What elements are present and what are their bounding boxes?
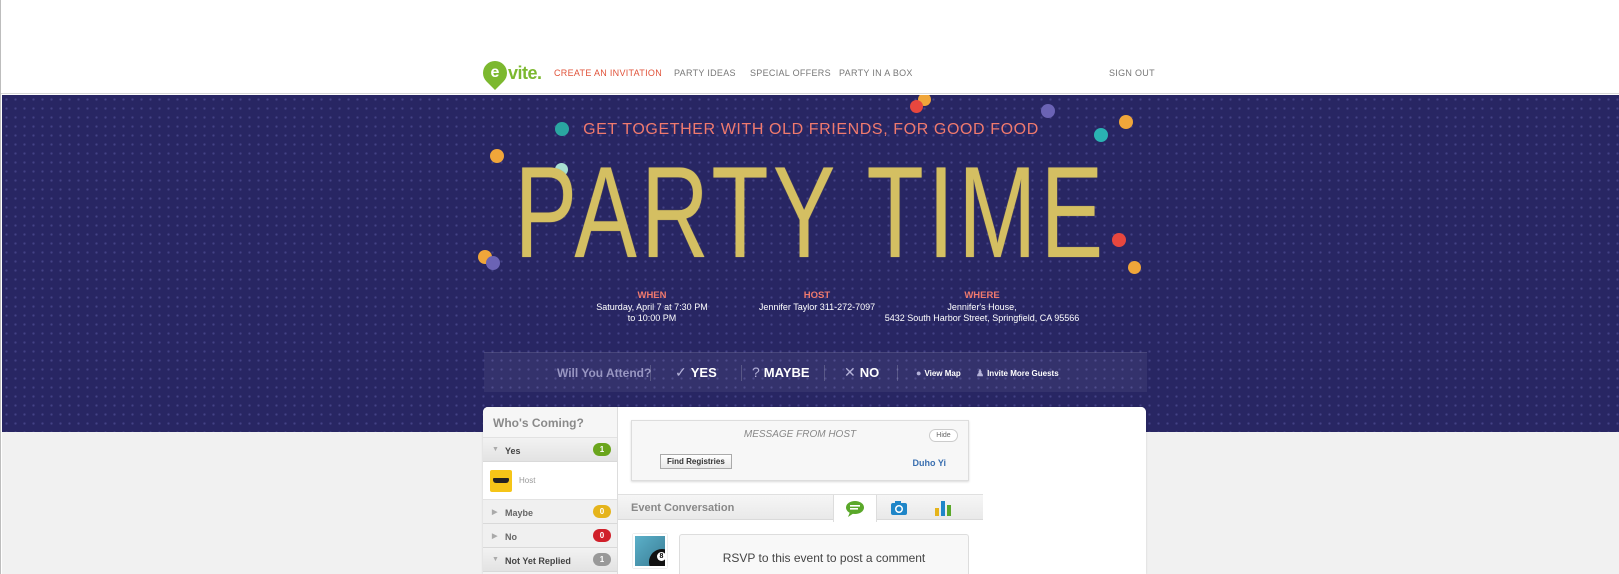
triangle-right-icon: ▶ <box>492 509 498 516</box>
guest-group-yes[interactable]: ▼ Yes 1 <box>483 438 617 462</box>
tab-comments[interactable] <box>833 495 877 522</box>
page: e vite. CREATE AN INVITATION PARTY IDEAS… <box>0 0 1619 574</box>
map-pin-icon: ● <box>916 368 922 378</box>
confetti-dot <box>1041 104 1055 118</box>
rsvp-maybe-label: MAYBE <box>763 364 810 380</box>
guest-role: Host <box>519 476 536 485</box>
guest-group-no[interactable]: ▶ No 0 <box>483 524 617 548</box>
guest-list-sidebar: Who's Coming? ▼ Yes 1 Host ▶ Maybe 0 ▶ N… <box>483 407 618 574</box>
divider <box>741 365 742 381</box>
divider <box>824 365 825 381</box>
event-title: PARTY TIME <box>514 139 1108 285</box>
count-badge: 0 <box>593 529 611 542</box>
view-map-label: View Map <box>924 368 961 378</box>
host-value: Jennifer Taylor 311-272-7097 <box>758 302 876 312</box>
where-label: WHERE <box>964 290 1000 301</box>
event-tagline: GET TOGETHER WITH OLD FRIENDS, FOR GOOD … <box>583 121 1039 138</box>
count-badge: 1 <box>593 443 611 456</box>
rsvp-question: Will You Attend? <box>557 366 652 380</box>
sign-out-link[interactable]: SIGN OUT <box>1109 68 1155 78</box>
group-label: No <box>505 532 517 542</box>
rsvp-maybe-button[interactable]: ? MAYBE <box>752 364 810 380</box>
comment-prompt: RSVP to this event to post a comment <box>722 551 926 565</box>
host-label: HOST <box>803 290 831 301</box>
divider <box>650 365 651 381</box>
tab-polls[interactable] <box>921 495 965 521</box>
tab-photos[interactable] <box>877 495 921 521</box>
where-line-2: 5432 South Harbor Street, Springfield, C… <box>884 313 1080 323</box>
group-label: Not Yet Replied <box>505 556 571 566</box>
camera-icon <box>891 501 907 515</box>
triangle-down-icon: ▼ <box>492 446 499 453</box>
chat-bubble-icon <box>846 500 864 517</box>
triangle-right-icon: ▶ <box>492 533 498 540</box>
when-label: WHEN <box>637 290 667 301</box>
find-registries-button[interactable]: Find Registries <box>660 454 732 469</box>
event-where: WHERE Jennifer's House, 5432 South Harbo… <box>872 290 1092 324</box>
user-avatar: 8 <box>633 534 667 568</box>
confetti-dot <box>910 100 923 113</box>
conversation-header: Event Conversation <box>618 494 983 522</box>
right-column <box>983 407 1146 574</box>
event-host: HOST Jennifer Taylor 311-272-7097 <box>742 290 892 313</box>
logo-letter: e <box>490 64 500 81</box>
bar-chart-icon <box>935 501 951 516</box>
message-title: MESSAGE FROM HOST <box>743 429 857 440</box>
logo-text: vite. <box>508 62 542 83</box>
invite-more-label: Invite More Guests <box>987 369 1059 378</box>
invitation-banner: GET TOGETHER WITH OLD FRIENDS, FOR GOOD … <box>2 95 1619 432</box>
rsvp-yes-label: YES <box>690 365 717 380</box>
host-message-box: MESSAGE FROM HOST Hide Find Registries D… <box>631 420 969 481</box>
main-column: MESSAGE FROM HOST Hide Find Registries D… <box>618 407 983 574</box>
event-details-card: Who's Coming? ▼ Yes 1 Host ▶ Maybe 0 ▶ N… <box>483 407 1146 574</box>
where-line-1: Jennifer's House, <box>947 302 1017 312</box>
x-icon: ✕ <box>844 364 856 380</box>
conversation-title: Event Conversation <box>631 502 735 514</box>
evite-logo[interactable]: e vite. <box>478 56 542 90</box>
nav-special-offers[interactable]: SPECIAL OFFERS <box>750 68 831 78</box>
when-line-1: Saturday, April 7 at 7:30 PM <box>596 302 708 312</box>
question-mark-icon: ? <box>752 364 760 380</box>
divider <box>897 365 898 381</box>
guest-avatar <box>490 470 512 492</box>
nav-party-in-a-box[interactable]: PARTY IN A BOX <box>839 68 913 78</box>
when-line-2: to 10:00 PM <box>627 313 677 323</box>
person-icon: ♟ <box>976 368 985 378</box>
nav-create-invitation[interactable]: CREATE AN INVITATION <box>554 68 662 78</box>
guest-group-maybe[interactable]: ▶ Maybe 0 <box>483 500 617 524</box>
logo-pin-icon: e <box>478 56 512 90</box>
group-label: Maybe <box>505 508 534 518</box>
invite-more-guests-link[interactable]: ♟ Invite More Guests <box>976 368 1059 379</box>
event-when: WHEN Saturday, April 7 at 7:30 PM to 10:… <box>582 290 722 324</box>
rsvp-no-label: NO <box>859 365 880 380</box>
checkmark-icon: ✓ <box>675 364 687 380</box>
guest-group-not-yet-replied[interactable]: ▼ Not Yet Replied 1 <box>483 548 617 572</box>
count-badge: 1 <box>593 553 611 566</box>
triangle-down-icon: ▼ <box>492 556 499 563</box>
eight-ball-icon: 8 <box>649 549 665 566</box>
whos-coming-title: Who's Coming? <box>483 407 617 438</box>
view-map-link[interactable]: ● View Map <box>916 368 961 378</box>
sunglasses-icon <box>493 478 509 483</box>
nav-party-ideas[interactable]: PARTY IDEAS <box>674 68 736 78</box>
host-name-link[interactable]: Duho Yi <box>913 458 947 468</box>
group-label: Yes <box>505 446 521 456</box>
comment-box[interactable]: RSVP to this event to post a comment <box>679 534 969 574</box>
hide-button[interactable]: Hide <box>929 429 958 442</box>
guest-entry[interactable]: Host <box>483 462 617 500</box>
top-navigation: e vite. CREATE AN INVITATION PARTY IDEAS… <box>1 0 1619 94</box>
rsvp-yes-button[interactable]: ✓ YES <box>675 364 717 381</box>
rsvp-no-button[interactable]: ✕ NO <box>844 364 879 381</box>
count-badge: 0 <box>593 505 611 518</box>
rsvp-bar: Will You Attend? ✓ YES ? MAYBE ✕ NO ● Vi… <box>484 352 1147 392</box>
